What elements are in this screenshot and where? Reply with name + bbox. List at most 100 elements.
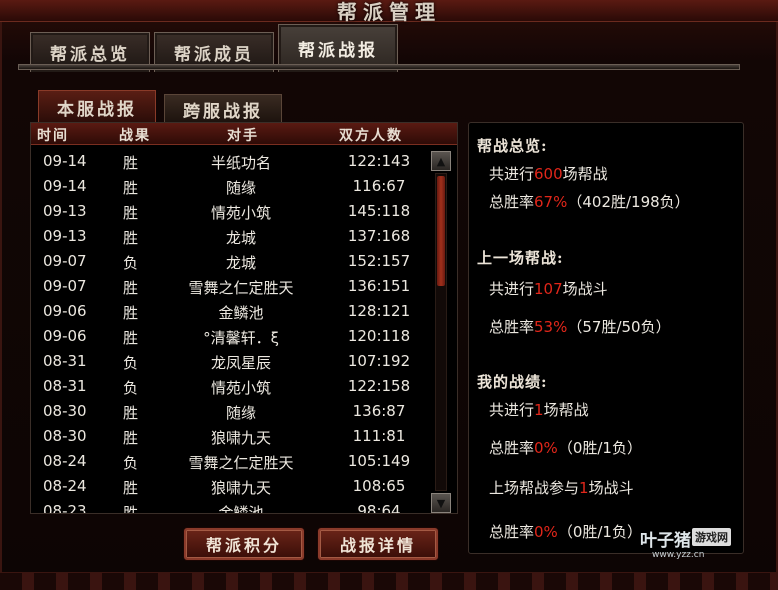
row-count: 108:65 [352, 477, 406, 495]
row-opponent: 半纸功名 [210, 154, 271, 172]
row-count: 145:118 [347, 202, 411, 220]
row-date: 09-07 [43, 277, 87, 295]
row-result: 胜 [123, 154, 139, 172]
row-opponent: 龙城 [225, 254, 256, 272]
my-record-title: 我的战绩: [477, 373, 548, 391]
scroll-up-arrow-icon[interactable]: ▲ [431, 151, 451, 171]
my-record-total: 共进行1场帮战 [489, 401, 589, 419]
row-opponent: 龙城 [225, 229, 256, 247]
row-date: 08-24 [43, 452, 87, 470]
row-date: 09-06 [43, 327, 87, 345]
row-date: 08-30 [43, 402, 87, 420]
scroll-thumb[interactable] [437, 176, 445, 286]
overview-total: 共进行600场帮战 [489, 165, 608, 183]
my-record-winrate: 总胜率0%（0胜/1负） [489, 439, 642, 457]
table-row[interactable]: 08-24 负 雪舞之仁定胜天 105:149 [31, 449, 429, 474]
last-battle-title: 上一场帮战: [477, 249, 564, 267]
overview-title: 帮战总览: [477, 137, 548, 155]
battle-report-list: 时间 战果 对手 双方人数 09-14 胜半纸功名 122:143 09-14 胜随缘 1… [30, 122, 458, 514]
row-opponent: 金鳞池 [218, 504, 264, 513]
row-result: 胜 [123, 429, 139, 447]
decorative-bottom-border [0, 572, 778, 590]
header-count: 双方人数 [339, 128, 403, 144]
overview-winrate: 总胜率67%（402胜/198负） [489, 193, 690, 211]
my-record-last-participation: 上场帮战参与1场战斗 [489, 479, 634, 497]
row-result: 负 [123, 454, 139, 472]
table-row[interactable]: 09-14 胜 半纸功名 122:143 [31, 149, 429, 174]
table-row[interactable]: 09-06 胜 °清馨轩．ξ 120:118 [31, 324, 429, 349]
table-row[interactable]: 08-23 胜 金鳞池 98:64 [31, 499, 429, 513]
row-opponent: 随缘 [225, 179, 256, 197]
row-count: 128:121 [347, 302, 411, 320]
window-title: 帮派管理 [337, 0, 441, 24]
last-battle-total: 共进行107场战斗 [489, 280, 608, 298]
row-count: 111:81 [352, 427, 406, 445]
sub-tabs: 本服战报 跨服战报 [38, 90, 282, 124]
table-row[interactable]: 08-31 负 情苑小筑 122:158 [31, 374, 429, 399]
row-result: 胜 [123, 179, 139, 197]
last-battle-winrate: 总胜率53%（57胜/50负） [489, 318, 671, 336]
tab-divider [18, 64, 740, 70]
header-result: 战果 [119, 128, 151, 144]
table-row[interactable]: 08-24 胜 狼啸九天 108:65 [31, 474, 429, 499]
report-detail-button[interactable]: 战报详情 [318, 528, 438, 560]
guild-score-button[interactable]: 帮派积分 [184, 528, 304, 560]
row-count: 136:87 [352, 402, 406, 420]
row-opponent: 随缘 [225, 404, 256, 422]
row-count: 137:168 [347, 227, 411, 245]
row-count: 120:118 [347, 327, 411, 345]
list-header: 时间 战果 对手 双方人数 [31, 123, 457, 145]
row-opponent: 金鳞池 [218, 304, 264, 322]
table-row[interactable]: 09-13 胜 情苑小筑 145:118 [31, 199, 429, 224]
watermark-url: www.yzz.cn [652, 550, 705, 560]
tab-cross-server-report[interactable]: 跨服战报 [164, 94, 282, 124]
table-row[interactable]: 08-30 胜 随缘 136:87 [31, 399, 429, 424]
row-count: 105:149 [347, 452, 411, 470]
table-row[interactable]: 09-13 胜 龙城 137:168 [31, 224, 429, 249]
site-watermark: 叶子猪 游戏网 www.yzz.cn [640, 526, 740, 566]
row-result: 胜 [123, 279, 139, 297]
row-opponent: 狼啸九天 [210, 479, 271, 497]
row-count: 122:158 [347, 377, 411, 395]
table-row[interactable]: 09-06 胜 金鳞池 128:121 [31, 299, 429, 324]
row-result: 胜 [123, 504, 139, 513]
row-opponent: 雪舞之仁定胜天 [188, 279, 294, 297]
row-opponent: 雪舞之仁定胜天 [188, 454, 294, 472]
table-row[interactable]: 08-31 负 龙凤星辰 107:192 [31, 349, 429, 374]
row-date: 08-23 [43, 502, 87, 513]
row-count: 98:64 [357, 502, 401, 513]
row-date: 08-31 [43, 377, 87, 395]
row-result: 胜 [123, 404, 139, 422]
scroll-track[interactable] [435, 173, 447, 491]
watermark-badge: 游戏网 [692, 528, 731, 546]
row-count: 116:67 [352, 177, 406, 195]
row-count: 152:157 [347, 252, 411, 270]
row-opponent: °清馨轩．ξ [203, 329, 279, 347]
scroll-down-arrow-icon[interactable]: ▼ [431, 493, 451, 513]
row-result: 负 [123, 354, 139, 372]
table-row[interactable]: 08-30 胜 狼啸九天 111:81 [31, 424, 429, 449]
row-date: 09-13 [43, 202, 87, 220]
row-date: 09-06 [43, 302, 87, 320]
row-result: 负 [123, 254, 139, 272]
watermark-logo-text: 叶子猪 [640, 531, 691, 551]
row-result: 负 [123, 379, 139, 397]
scrollbar[interactable]: ▲ ▼ [431, 151, 451, 513]
header-date: 时间 [37, 128, 69, 144]
title-bar: 帮派管理 [0, 0, 778, 24]
row-result: 胜 [123, 329, 139, 347]
row-date: 09-14 [43, 177, 87, 195]
row-date: 08-31 [43, 352, 87, 370]
row-date: 09-07 [43, 252, 87, 270]
row-date: 08-30 [43, 427, 87, 445]
row-opponent: 狼啸九天 [210, 429, 271, 447]
table-row[interactable]: 09-07 负 龙城 152:157 [31, 249, 429, 274]
row-result: 胜 [123, 304, 139, 322]
row-date: 09-13 [43, 227, 87, 245]
table-row[interactable]: 09-14 胜 随缘 116:67 [31, 174, 429, 199]
row-count: 122:143 [347, 152, 411, 170]
row-count: 136:151 [347, 277, 411, 295]
table-row[interactable]: 09-07 胜 雪舞之仁定胜天 136:151 [31, 274, 429, 299]
tab-local-server-report[interactable]: 本服战报 [38, 90, 156, 124]
row-date: 09-14 [43, 152, 87, 170]
